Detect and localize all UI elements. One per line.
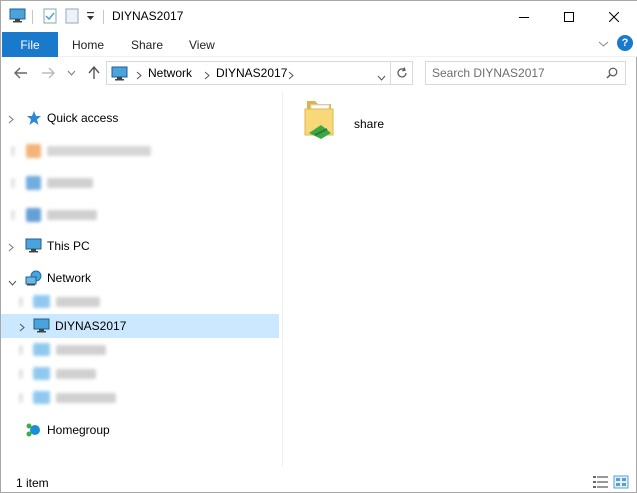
nav-item-pinned[interactable] [1,171,279,195]
nav-item-network-host[interactable] [1,338,279,362]
large-icons-view-icon[interactable] [613,475,629,489]
computer-icon [33,343,50,356]
refresh-button[interactable] [390,61,413,85]
expand-chevron-icon[interactable] [8,241,14,255]
computer-icon [33,295,50,308]
network-icon [25,270,42,289]
nav-label: Quick access [47,111,119,125]
forward-button[interactable] [37,63,59,83]
folder-icon [26,144,41,158]
redacted-chevron [19,297,23,307]
properties-icon[interactable] [43,8,57,27]
computer-icon [25,238,42,256]
redacted-chevron [19,393,23,403]
nav-item-network-host[interactable] [1,386,279,410]
chevron-down-icon [67,70,75,76]
title-bar: DIYNAS2017 [1,1,637,32]
maximize-button[interactable] [546,1,592,32]
nav-label: This PC [47,239,90,253]
breadcrumb-separator-icon[interactable] [204,69,210,83]
address-history-chevron-icon[interactable] [377,70,386,84]
redacted-chevron [19,369,23,379]
back-arrow-icon [14,67,27,79]
back-button[interactable] [10,63,32,83]
nav-item-pinned[interactable] [1,139,279,163]
redacted-label [56,345,106,355]
star-icon [26,110,42,129]
close-button[interactable] [591,1,637,32]
nav-label: Homegroup [47,423,110,437]
address-bar[interactable]: Network DIYNAS2017 [106,61,413,85]
recent-locations-button[interactable] [63,63,79,83]
computer-icon [33,367,50,380]
expand-ribbon-icon[interactable] [598,37,609,51]
folder-icon [26,208,41,222]
search-box[interactable] [425,61,626,85]
redacted-chevron [11,210,15,220]
redacted-chevron [11,178,15,188]
search-icon[interactable] [606,67,618,82]
breadcrumb-diynas2017[interactable]: DIYNAS2017 [216,66,287,80]
breadcrumb-network[interactable]: Network [148,66,192,80]
nav-item-diynas2017[interactable]: DIYNAS2017 [1,314,279,338]
up-arrow-icon [88,66,100,79]
status-bar: 1 item [1,470,637,493]
separator [103,10,104,24]
breadcrumb-separator-icon[interactable] [136,69,142,83]
nav-item-network-host[interactable] [1,362,279,386]
forward-arrow-icon [42,67,55,79]
help-icon[interactable]: ? [617,35,633,51]
breadcrumb-separator-icon[interactable] [288,69,294,83]
nav-label: DIYNAS2017 [55,319,127,333]
expand-chevron-icon[interactable] [8,113,14,127]
computer-icon [33,391,50,404]
redacted-chevron [11,146,15,156]
tab-home[interactable]: Home [72,38,104,52]
redacted-chevron [19,345,23,355]
minimize-icon [519,16,529,18]
tab-file[interactable]: File [2,32,58,57]
expand-chevron-icon[interactable] [19,321,25,335]
nav-item-quick-access[interactable]: Quick access [1,106,279,130]
redacted-label [56,297,100,307]
customize-toolbar-icon[interactable] [86,11,95,25]
nav-item-this-pc[interactable]: This PC [1,234,279,258]
separator [32,10,33,24]
item-count: 1 item [16,476,49,490]
nav-item-pinned[interactable] [1,203,279,227]
network-computer-icon [111,66,128,84]
computer-icon[interactable] [9,8,26,26]
navigation-pane: Quick access This PC Network DIYNAS2017 … [1,96,281,466]
nav-item-homegroup[interactable]: Homegroup [1,418,279,442]
redacted-label [47,178,93,188]
shared-folder-icon [301,99,341,144]
details-view-icon[interactable] [593,475,609,489]
nav-label: Network [47,271,92,285]
close-icon [609,11,619,22]
refresh-icon [397,67,407,78]
file-item-share[interactable]: share [297,97,417,145]
pane-divider[interactable] [282,91,283,466]
redacted-label [56,369,96,379]
explorer-window: DIYNAS2017 File Home Share View ? Networ… [0,0,637,493]
window-title: DIYNAS2017 [112,9,184,23]
folder-icon [26,176,41,190]
tab-view[interactable]: View [189,38,215,52]
computer-icon [33,318,50,336]
redacted-label [47,146,151,156]
file-name: share [354,117,385,131]
new-folder-icon[interactable] [65,8,79,27]
search-input[interactable] [432,66,602,80]
nav-item-network[interactable]: Network [1,266,279,290]
tab-share[interactable]: Share [131,38,163,52]
minimize-button[interactable] [501,1,547,32]
collapse-chevron-icon[interactable] [8,275,17,289]
redacted-label [56,393,116,403]
maximize-icon [564,11,574,22]
ribbon-tabs: File Home Share View ? [1,32,637,57]
nav-item-network-host[interactable] [1,290,279,314]
up-button[interactable] [83,63,105,83]
redacted-label [47,210,97,220]
homegroup-icon [25,422,42,441]
